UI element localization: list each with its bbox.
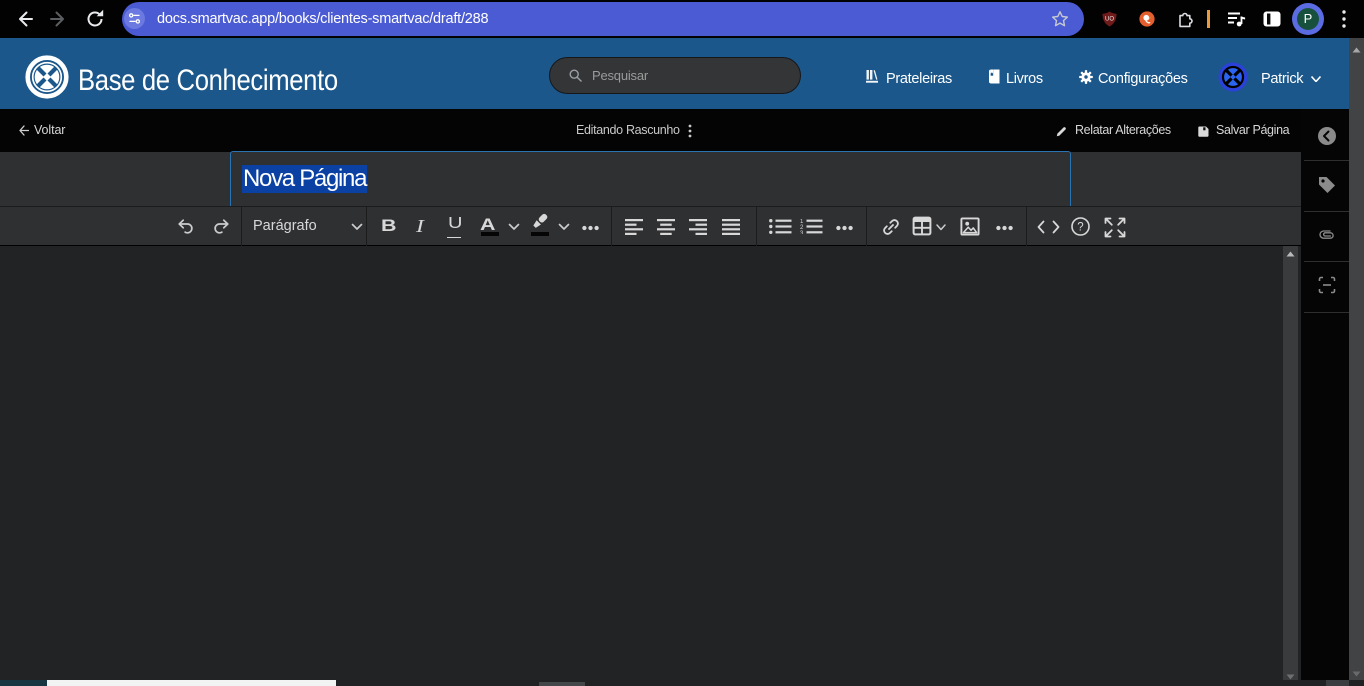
svg-text:UO: UO <box>1105 17 1114 23</box>
svg-text:?: ? <box>1077 222 1083 234</box>
svg-text:3: 3 <box>800 231 804 234</box>
